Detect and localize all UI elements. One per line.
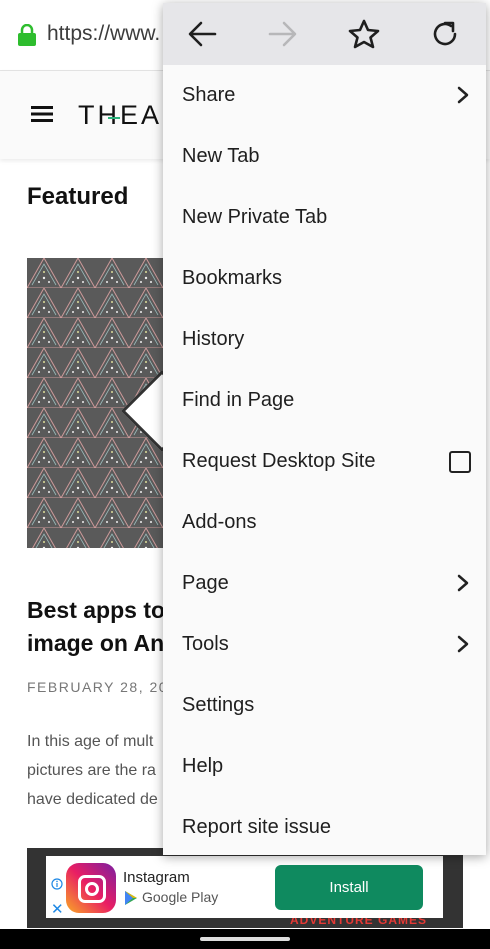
menu-item-share[interactable]: Share bbox=[163, 65, 486, 126]
reload-button[interactable] bbox=[415, 3, 475, 65]
menu-item-label: History bbox=[182, 328, 245, 350]
logo-accent bbox=[108, 117, 120, 119]
url-text[interactable]: https://www. bbox=[47, 22, 160, 46]
menu-item-label: Page bbox=[182, 572, 229, 594]
ad-close-icon[interactable]: ✕ bbox=[51, 900, 64, 918]
home-gesture-handle[interactable] bbox=[200, 937, 290, 941]
menu-item-label: Tools bbox=[182, 633, 229, 655]
featured-heading: Featured bbox=[27, 183, 129, 210]
menu-item-add-ons[interactable]: Add-ons bbox=[163, 492, 486, 553]
menu-item-new-tab[interactable]: New Tab bbox=[163, 126, 486, 187]
ad-info-icon[interactable] bbox=[51, 878, 63, 890]
bookmark-star-icon bbox=[348, 19, 380, 49]
article-title[interactable]: Best apps to image on An bbox=[27, 594, 167, 660]
menu-item-request-desktop-site[interactable]: Request Desktop Site bbox=[163, 431, 486, 492]
menu-item-history[interactable]: History bbox=[163, 309, 486, 370]
menu-item-label: Bookmarks bbox=[182, 267, 283, 289]
menu-item-bookmarks[interactable]: Bookmarks bbox=[163, 248, 486, 309]
menu-item-page[interactable]: Page bbox=[163, 553, 486, 614]
menu-item-label: Report site issue bbox=[182, 816, 331, 838]
menu-item-label: New Private Tab bbox=[182, 206, 328, 228]
back-button[interactable] bbox=[172, 3, 232, 65]
google-play-icon bbox=[125, 891, 137, 905]
install-button-label: Install bbox=[329, 879, 369, 896]
forward-icon bbox=[268, 21, 297, 47]
menu-item-label: Settings bbox=[182, 694, 255, 716]
install-button[interactable]: Install bbox=[275, 865, 423, 910]
chevron-right-icon bbox=[457, 574, 469, 592]
ad-app-name: Instagram bbox=[123, 869, 190, 886]
bookmark-button[interactable] bbox=[334, 3, 394, 65]
menu-item-label: Request Desktop Site bbox=[182, 450, 376, 472]
menu-item-tools[interactable]: Tools bbox=[163, 614, 486, 675]
menu-item-new-private-tab[interactable]: New Private Tab bbox=[163, 187, 486, 248]
lock-icon bbox=[18, 24, 36, 46]
back-icon bbox=[188, 21, 217, 47]
desktop-site-checkbox[interactable] bbox=[449, 451, 471, 473]
menu-item-report-site-issue[interactable]: Report site issue bbox=[163, 797, 486, 858]
ad-store-name: Google Play bbox=[142, 889, 219, 905]
article-excerpt: In this age of mult pictures are the ra … bbox=[27, 733, 158, 808]
reload-icon bbox=[433, 21, 457, 46]
menu-item-label: Help bbox=[182, 755, 224, 777]
hamburger-menu-icon[interactable] bbox=[31, 106, 53, 122]
chevron-right-icon bbox=[457, 86, 469, 104]
menu-item-find-in-page[interactable]: Find in Page bbox=[163, 370, 486, 431]
menu-item-settings[interactable]: Settings bbox=[163, 675, 486, 736]
menu-item-label: Add-ons bbox=[182, 511, 257, 533]
menu-item-help[interactable]: Help bbox=[163, 736, 486, 797]
menu-item-label: New Tab bbox=[182, 145, 260, 167]
menu-item-label: Find in Page bbox=[182, 389, 295, 411]
instagram-icon-lens bbox=[85, 882, 99, 896]
chevron-right-icon bbox=[457, 635, 469, 653]
article-date: FEBRUARY 28, 20 bbox=[27, 679, 169, 695]
forward-button[interactable] bbox=[253, 3, 313, 65]
menu-item-label: Share bbox=[182, 84, 236, 106]
